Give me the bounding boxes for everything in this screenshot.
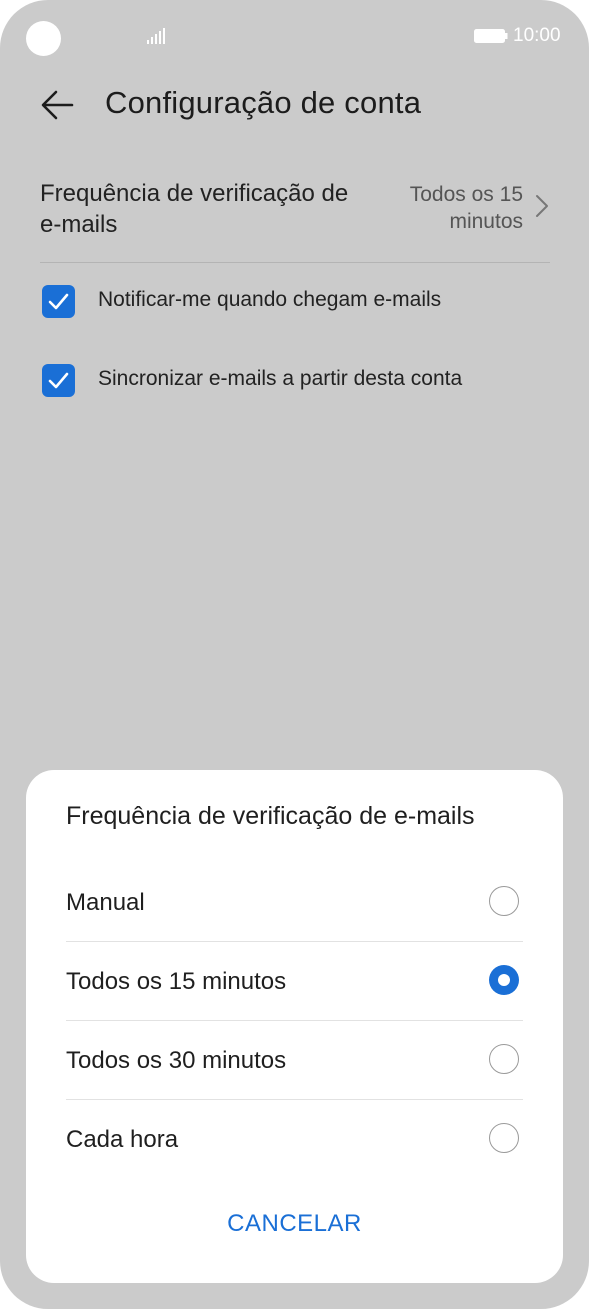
checkmark-icon <box>48 372 69 389</box>
option-hourly[interactable]: Cada hora <box>66 1100 523 1179</box>
option-label: Todos os 30 minutos <box>66 1047 287 1074</box>
divider <box>40 262 550 263</box>
front-camera <box>26 21 61 56</box>
sync-checkbox[interactable] <box>42 364 75 397</box>
radio-button-selected[interactable] <box>489 965 519 995</box>
radio-button[interactable] <box>489 1044 519 1074</box>
option-label: Manual <box>66 889 145 916</box>
radio-button[interactable] <box>489 886 519 916</box>
radio-button[interactable] <box>489 1123 519 1153</box>
page-title: Configuração de conta <box>105 85 422 120</box>
notify-checkbox[interactable] <box>42 285 75 318</box>
option-manual[interactable]: Manual <box>66 863 523 942</box>
battery-icon <box>474 29 508 43</box>
chevron-right-icon <box>536 195 548 217</box>
status-time: 10:00 <box>513 25 561 46</box>
option-15-minutes[interactable]: Todos os 15 minutos <box>66 942 523 1021</box>
sync-checkbox-row[interactable]: Sincronizar e-mails a partir desta conta <box>42 364 562 398</box>
frequency-setting-row[interactable]: Frequência de verificação de e-mails Tod… <box>40 176 550 262</box>
checkmark-icon <box>48 293 69 310</box>
signal-icon <box>147 28 165 44</box>
notify-checkbox-label: Notificar-me quando chegam e-mails <box>98 288 442 311</box>
notify-checkbox-row[interactable]: Notificar-me quando chegam e-mails <box>42 285 562 319</box>
option-30-minutes[interactable]: Todos os 30 minutos <box>66 1021 523 1100</box>
arrow-left-icon[interactable] <box>40 88 74 122</box>
frequency-setting-value: Todos os 15 minutos <box>409 183 523 233</box>
option-label: Todos os 15 minutos <box>66 968 287 995</box>
dialog-title: Frequência de verificação de e-mails <box>66 802 475 830</box>
frequency-dialog: Frequência de verificação de e-mails Man… <box>26 770 563 1283</box>
frequency-setting-label: Frequência de verificação de e-mails <box>40 180 349 238</box>
phone-screen: 10:00 Configuração de conta Frequência d… <box>0 0 589 1309</box>
sync-checkbox-label: Sincronizar e-mails a partir desta conta <box>98 367 463 390</box>
option-label: Cada hora <box>66 1126 179 1153</box>
cancel-button[interactable]: CANCELAR <box>26 1210 563 1238</box>
